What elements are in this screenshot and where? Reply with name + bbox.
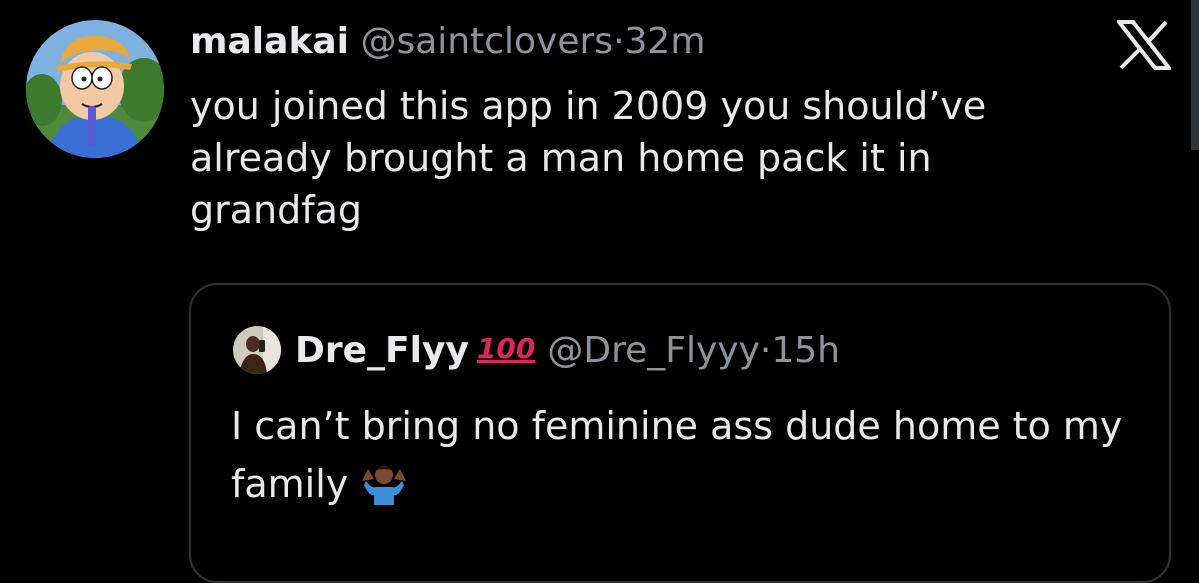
author-display-name[interactable]: malakai bbox=[190, 21, 349, 62]
tweet-timestamp[interactable]: 32m bbox=[625, 21, 706, 62]
quoted-author-handle[interactable]: @Dre_Flyyy bbox=[547, 330, 760, 371]
hundred-points-emoji: 100 bbox=[476, 332, 536, 365]
person-shrugging-icon bbox=[358, 459, 410, 505]
quoted-author-avatar[interactable] bbox=[233, 326, 281, 374]
quoted-author-display-name[interactable]: Dre_Flyy bbox=[295, 330, 469, 371]
scrollbar[interactable] bbox=[1191, 0, 1199, 150]
author-handle[interactable]: @saintclovers bbox=[360, 21, 613, 62]
author-avatar[interactable] bbox=[26, 20, 164, 158]
time-separator: · bbox=[613, 21, 625, 62]
cartoon-avatar-icon bbox=[26, 20, 164, 158]
quoted-tweet-card[interactable]: Dre_Flyy 100 @Dre_Flyyy·15h I can’t bring … bbox=[189, 283, 1171, 583]
quoted-tweet-body: I can’t bring no feminine ass dude home … bbox=[231, 397, 1151, 513]
quoted-tweet-timestamp[interactable]: 15h bbox=[771, 330, 840, 371]
quoted-avatar-photo-icon bbox=[233, 326, 281, 374]
tweet-body-text: you joined this app in 2009 you should’v… bbox=[190, 84, 987, 232]
x-logo-icon bbox=[1114, 20, 1174, 70]
quoted-time-separator: · bbox=[759, 330, 772, 371]
tweet-header: malakai @saintclovers·32m bbox=[190, 18, 705, 66]
quoted-tweet-header: Dre_Flyy 100 @Dre_Flyyy·15h bbox=[295, 325, 840, 375]
